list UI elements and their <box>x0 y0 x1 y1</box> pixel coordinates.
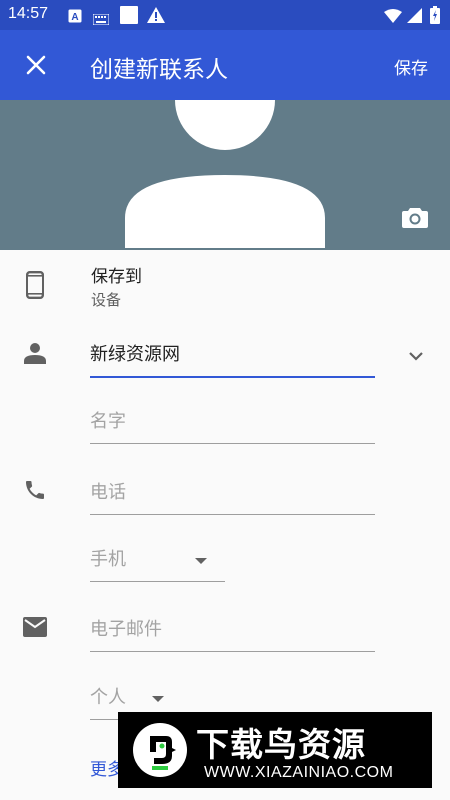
email-icon <box>20 612 50 642</box>
camera-button[interactable] <box>400 202 430 232</box>
signal-icon <box>407 8 422 27</box>
watermark-title: 下载鸟资源 <box>196 725 366 764</box>
watermark-banner: 下载鸟资源 WWW.XIAZAINIAO.COM <box>118 712 432 788</box>
phone-icon <box>20 475 50 505</box>
app-bar: 创建新联系人 保存 <box>0 30 450 100</box>
warning-icon <box>147 7 165 27</box>
text-a-icon: A <box>68 8 82 27</box>
keyboard-icon <box>92 10 110 29</box>
phone-type-dropdown[interactable]: 手机 <box>90 542 225 582</box>
name-field-value: 新绿资源网 <box>90 344 180 365</box>
phone-device-icon <box>20 270 50 300</box>
chevron-down-icon <box>409 352 423 361</box>
page-title: 创建新联系人 <box>90 57 228 83</box>
email-type-value: 个人 <box>90 687 126 708</box>
email-field[interactable]: 电子邮件 <box>90 612 375 652</box>
close-button[interactable] <box>18 47 54 83</box>
camera-icon <box>402 208 428 228</box>
close-icon <box>26 55 46 75</box>
dropdown-arrow-icon <box>195 558 207 564</box>
status-time: 14:57 <box>8 5 49 22</box>
first-name-placeholder: 名字 <box>90 411 126 432</box>
phone-field[interactable]: 电话 <box>90 475 375 515</box>
save-to-label[interactable]: 保存到 <box>91 262 142 287</box>
expand-name-button[interactable] <box>402 342 430 370</box>
first-name-field[interactable]: 名字 <box>90 404 375 444</box>
watermark-url: WWW.XIAZAINIAO.COM <box>204 764 394 781</box>
person-icon <box>20 338 50 368</box>
contact-photo-area[interactable] <box>0 100 450 250</box>
bird-logo-icon <box>133 723 187 777</box>
dropdown-arrow-icon <box>152 696 164 702</box>
wifi-icon <box>384 8 402 27</box>
phone-type-value: 手机 <box>90 549 126 570</box>
status-bar: 14:57 A <box>0 0 450 30</box>
email-placeholder: 电子邮件 <box>90 619 162 640</box>
phone-placeholder: 电话 <box>90 482 126 503</box>
name-field[interactable]: 新绿资源网 <box>90 338 375 378</box>
save-button[interactable]: 保存 <box>394 54 428 79</box>
person-silhouette-icon <box>125 100 325 248</box>
svg-text:A: A <box>71 12 78 23</box>
save-to-value[interactable]: 设备 <box>91 289 121 310</box>
battery-icon <box>430 6 440 28</box>
square-icon <box>120 6 138 28</box>
